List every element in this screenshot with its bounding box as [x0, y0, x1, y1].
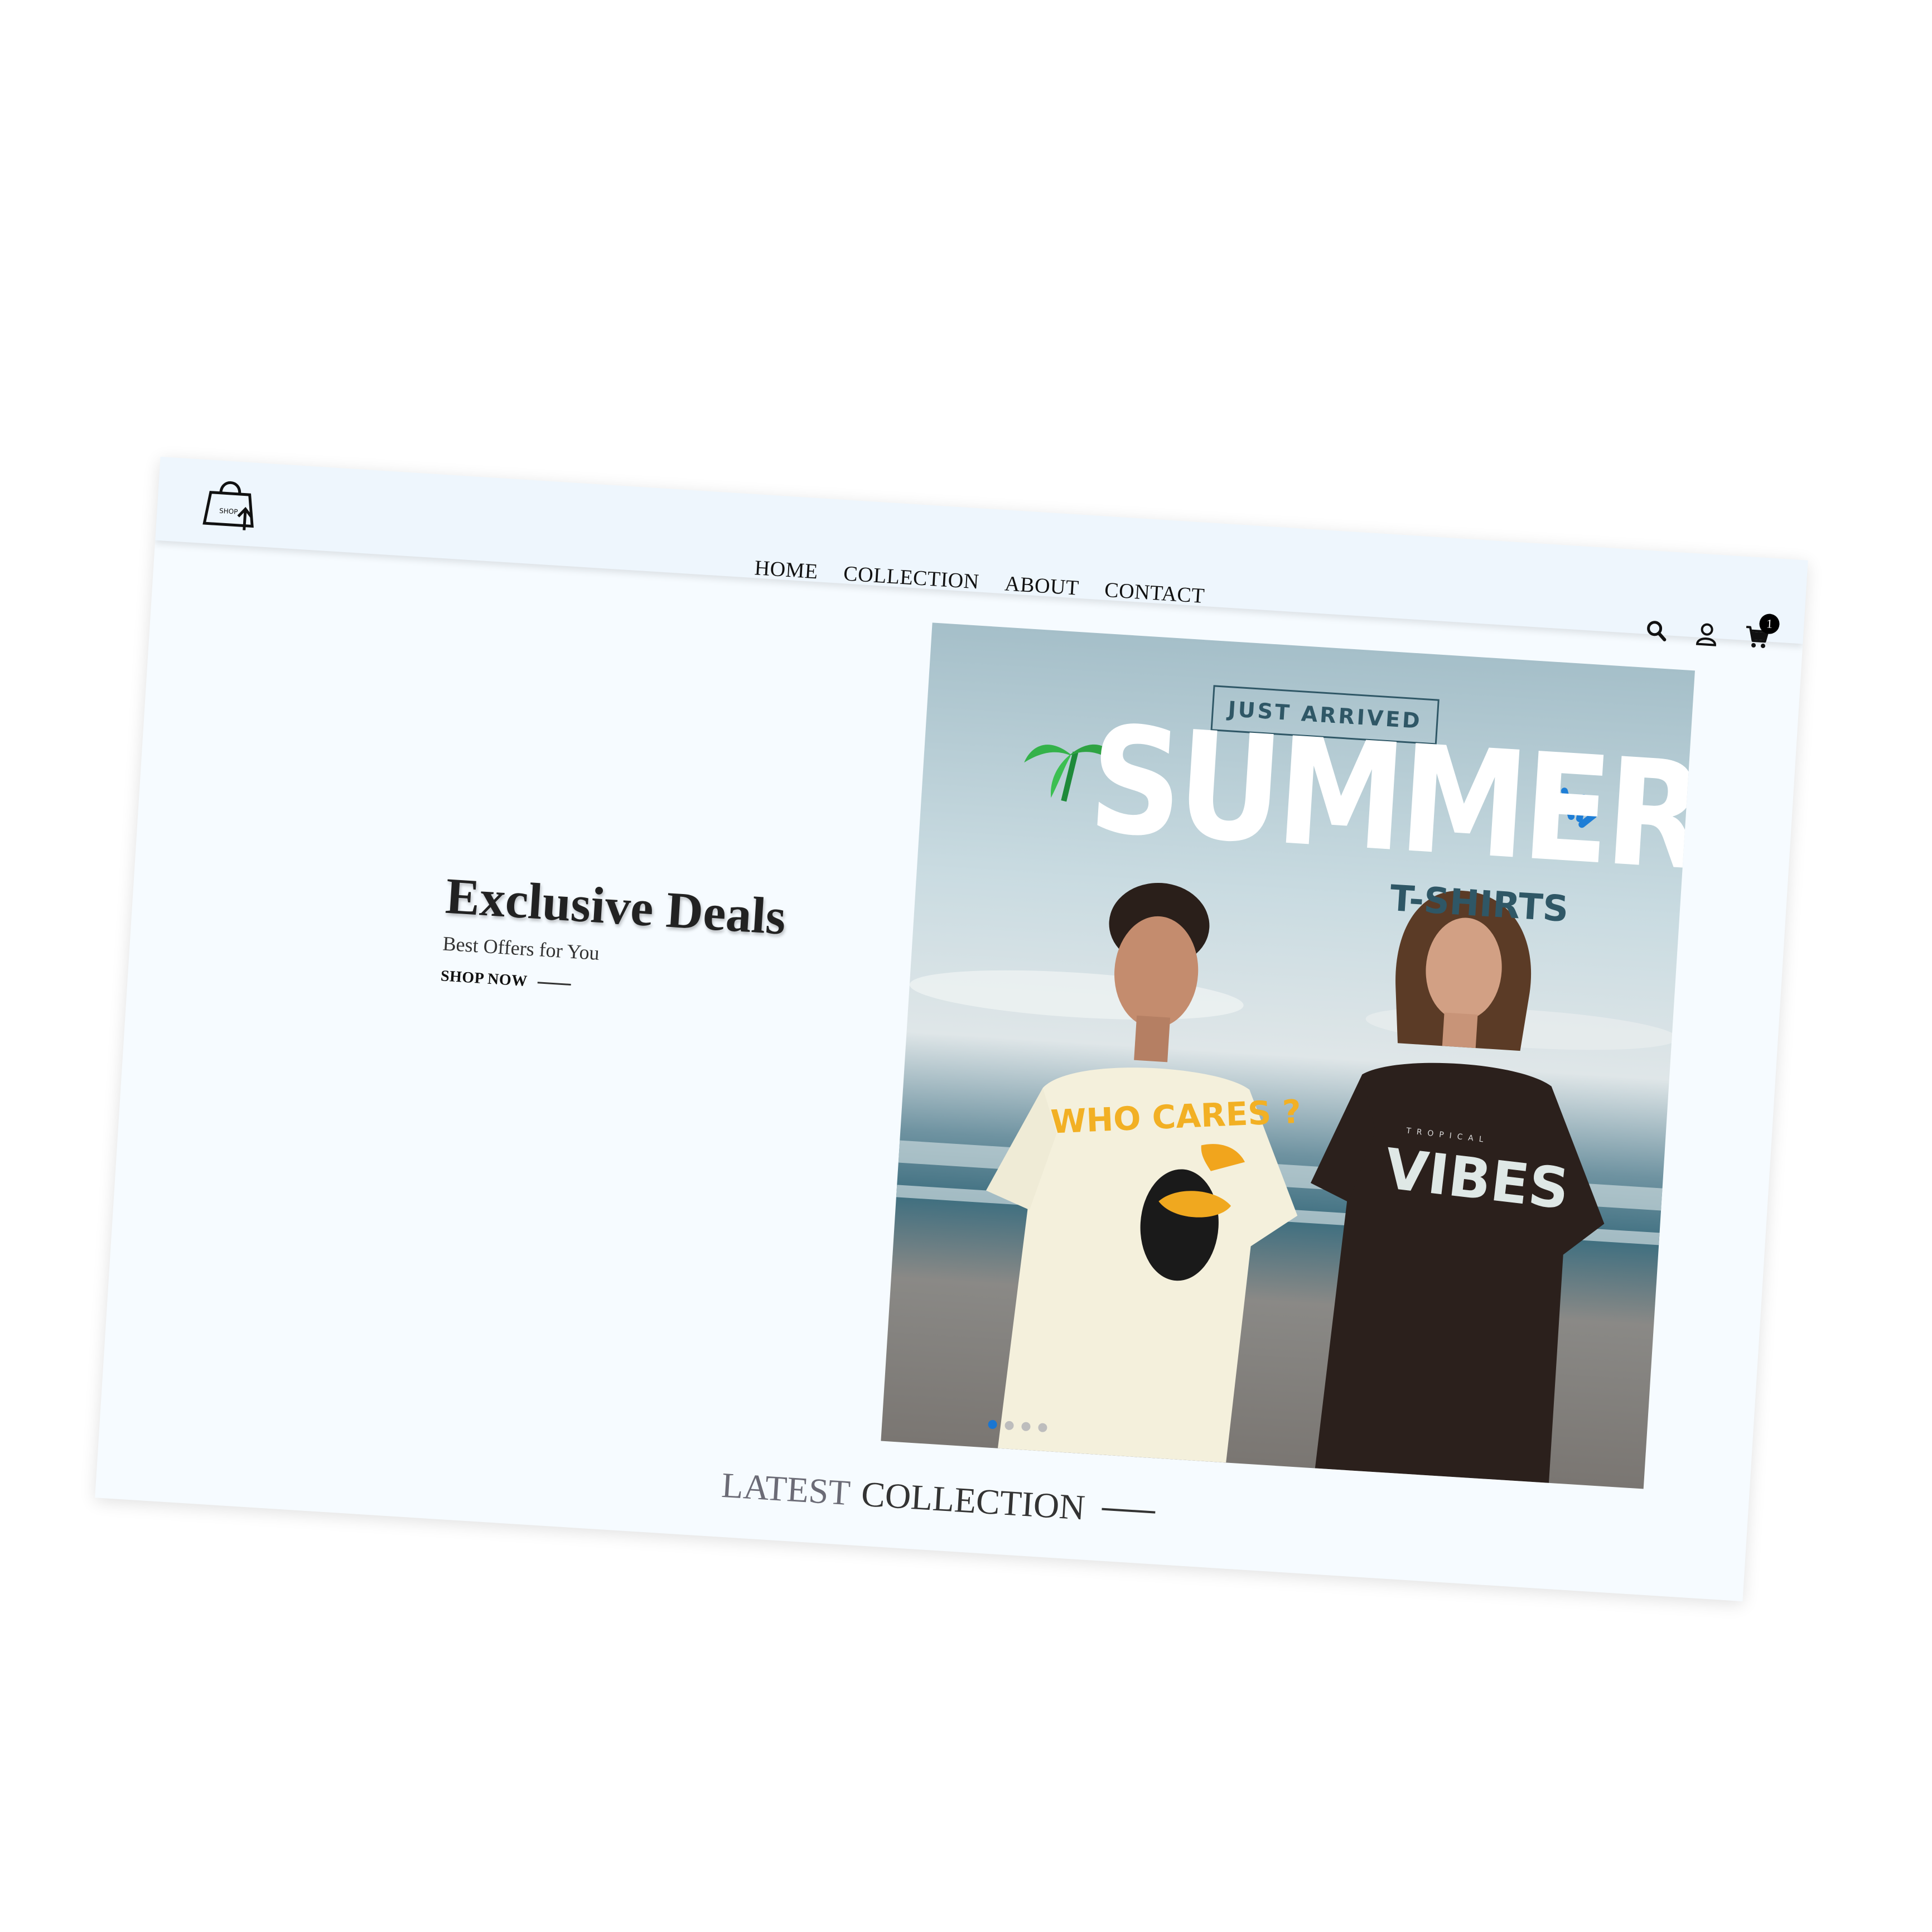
- search-icon[interactable]: [1643, 617, 1670, 645]
- shop-now-underline: [537, 981, 571, 986]
- carousel-dot-1[interactable]: [988, 1419, 998, 1429]
- nav-contact[interactable]: CONTACT: [1104, 578, 1205, 608]
- cart-icon[interactable]: 1: [1743, 613, 1780, 651]
- nav-about[interactable]: ABOUT: [1004, 571, 1080, 600]
- nav-home[interactable]: HOME: [754, 556, 819, 584]
- shop-now-label: SHOP NOW: [440, 967, 528, 991]
- model-woman: TROPICAL VIBES: [1310, 891, 1605, 1483]
- website-screen: SHOP HOME COLLECTION ABOUT CONTACT 1 Exc…: [95, 456, 1808, 1602]
- carousel-dot-2[interactable]: [1004, 1421, 1015, 1431]
- latest-heading-underline: [1102, 1508, 1156, 1514]
- latest-heading-part2: COLLECTION: [860, 1474, 1086, 1528]
- model-man: WHO CARES ?: [986, 882, 1302, 1463]
- hero-banner-carousel[interactable]: WHO CARES ? TROPICAL VIBES JUST ARRIVED …: [881, 622, 1695, 1489]
- carousel-dot-4[interactable]: [1037, 1423, 1047, 1433]
- logo-text: SHOP: [219, 507, 238, 516]
- user-icon[interactable]: [1693, 620, 1721, 648]
- latest-heading-part1: LATEST: [720, 1465, 852, 1513]
- latest-collection-heading: LATEST COLLECTION: [721, 1465, 1157, 1533]
- hero-text-block: Exclusive Deals Best Offers for You SHOP…: [440, 866, 837, 1010]
- carousel-dot-3[interactable]: [1021, 1422, 1031, 1432]
- nav-collection[interactable]: COLLECTION: [843, 561, 980, 594]
- viewport: SHOP HOME COLLECTION ABOUT CONTACT 1 Exc…: [0, 0, 1932, 1932]
- site-header: SHOP HOME COLLECTION ABOUT CONTACT 1: [155, 456, 1808, 649]
